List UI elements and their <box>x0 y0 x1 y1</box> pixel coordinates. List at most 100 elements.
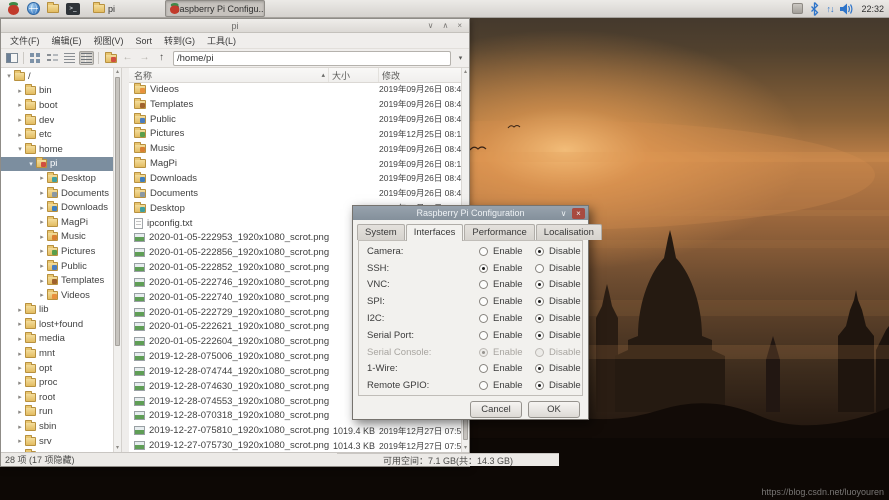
file-row[interactable]: 2019-12-27-075730_1920x1080_scrot.png101… <box>129 438 461 452</box>
tree-item-/[interactable]: ▾/ <box>1 69 113 84</box>
enable-radio[interactable] <box>479 247 488 256</box>
enable-radio[interactable] <box>479 314 488 323</box>
expand-icon[interactable]: ▸ <box>15 393 25 401</box>
tab-localisation[interactable]: Localisation <box>536 224 602 240</box>
expand-icon[interactable]: ▸ <box>15 423 25 431</box>
close-button[interactable]: × <box>457 19 462 32</box>
shade-button[interactable]: ∨ <box>428 19 434 32</box>
disable-radio[interactable] <box>535 381 544 390</box>
disable-radio[interactable] <box>535 247 544 256</box>
terminal-launcher[interactable]: >_ <box>63 0 83 17</box>
tree-item-opt[interactable]: ▸opt <box>1 361 113 376</box>
menu-item-5[interactable]: 工具(L) <box>202 34 241 47</box>
collapse-icon[interactable]: ▾ <box>15 145 25 153</box>
scroll-up-icon[interactable]: ▴ <box>114 68 121 76</box>
tray-app-icon[interactable] <box>792 3 803 14</box>
menu-item-0[interactable]: 文件(F) <box>5 34 45 47</box>
tree-item-proc[interactable]: ▸proc <box>1 375 113 390</box>
volume-icon[interactable] <box>840 3 854 15</box>
enable-radio[interactable] <box>479 280 488 289</box>
network-traffic-icon[interactable]: ↑↓ <box>826 4 833 14</box>
expand-icon[interactable]: ▸ <box>37 233 47 241</box>
home-button[interactable] <box>103 51 118 65</box>
pane-splitter[interactable] <box>122 68 129 452</box>
tree-item-root[interactable]: ▸root <box>1 390 113 405</box>
disable-radio[interactable] <box>535 297 544 306</box>
scroll-down-icon[interactable]: ▾ <box>114 444 121 452</box>
disable-radio[interactable] <box>535 364 544 373</box>
scroll-up-icon[interactable]: ▴ <box>462 68 469 76</box>
dialog-close-button[interactable]: × <box>572 208 585 219</box>
tree-item-lost+found[interactable]: ▸lost+found <box>1 317 113 332</box>
file-row[interactable]: Pictures2019年12月25日 08:12 <box>129 127 461 142</box>
disable-radio[interactable] <box>535 280 544 289</box>
tree-item-lib[interactable]: ▸lib <box>1 303 113 318</box>
tree-item-Templates[interactable]: ▸Templates <box>1 273 113 288</box>
tree-item-boot[interactable]: ▸boot <box>1 98 113 113</box>
expand-icon[interactable]: ▸ <box>15 101 25 109</box>
menu-item-2[interactable]: 视图(V) <box>89 34 129 47</box>
enable-radio[interactable] <box>479 364 488 373</box>
file-row[interactable]: Templates2019年09月26日 08:46 <box>129 97 461 112</box>
forward-button[interactable]: → <box>137 51 152 65</box>
path-dropdown-button[interactable]: ▾ <box>455 54 466 62</box>
enable-radio[interactable] <box>479 297 488 306</box>
tree-item-Public[interactable]: ▸Public <box>1 259 113 274</box>
tree-item-mnt[interactable]: ▸mnt <box>1 346 113 361</box>
cancel-button[interactable]: Cancel <box>470 401 522 418</box>
tree-item-Pictures[interactable]: ▸Pictures <box>1 244 113 259</box>
tree-item-clipped[interactable]: ▸ <box>1 448 113 452</box>
expand-icon[interactable]: ▸ <box>37 247 47 255</box>
up-button[interactable]: ↑ <box>154 51 169 65</box>
tree-item-etc[interactable]: ▸etc <box>1 127 113 142</box>
maximize-button[interactable]: ∧ <box>442 19 448 32</box>
collapse-icon[interactable]: ▾ <box>26 160 36 168</box>
clock[interactable]: 22:32 <box>861 4 884 14</box>
expand-icon[interactable]: ▸ <box>15 131 25 139</box>
expand-icon[interactable]: ▸ <box>15 379 25 387</box>
tree-item-dev[interactable]: ▸dev <box>1 113 113 128</box>
disable-radio[interactable] <box>535 264 544 273</box>
enable-radio[interactable] <box>479 264 488 273</box>
tree-item-media[interactable]: ▸media <box>1 332 113 347</box>
detail-view-button[interactable] <box>79 51 94 65</box>
dialog-titlebar[interactable]: Raspberry Pi Configuration ∨ × <box>353 206 588 220</box>
expand-icon[interactable]: ▸ <box>37 174 47 182</box>
file-row[interactable]: Downloads2019年09月26日 08:46 <box>129 171 461 186</box>
expand-icon[interactable]: ▸ <box>15 408 25 416</box>
expand-icon[interactable]: ▸ <box>15 87 25 95</box>
enable-radio[interactable] <box>479 331 488 340</box>
bluetooth-icon[interactable] <box>810 2 819 16</box>
menu-item-3[interactable]: Sort <box>131 36 158 46</box>
tree-item-run[interactable]: ▸run <box>1 405 113 420</box>
menu-item-4[interactable]: 转到(G) <box>159 34 200 47</box>
back-button[interactable]: ← <box>120 51 135 65</box>
tab-interfaces[interactable]: Interfaces <box>406 224 464 241</box>
expand-icon[interactable]: ▸ <box>15 364 25 372</box>
column-header-modified[interactable]: 修改 <box>379 68 461 82</box>
tree-item-home[interactable]: ▾home <box>1 142 113 157</box>
ok-button[interactable]: OK <box>528 401 580 418</box>
dialog-shade-button[interactable]: ∨ <box>557 208 570 219</box>
expand-icon[interactable]: ▸ <box>37 218 47 226</box>
expand-icon[interactable]: ▸ <box>37 277 47 285</box>
taskbar-window-pi[interactable]: pi <box>89 1 119 16</box>
tree-scroll-thumb[interactable] <box>115 77 120 346</box>
file-row[interactable]: MagPi2019年09月26日 08:18 <box>129 156 461 171</box>
tree-item-srv[interactable]: ▸srv <box>1 434 113 449</box>
file-row[interactable]: Music2019年09月26日 08:46 <box>129 141 461 156</box>
compact-view-button[interactable] <box>45 51 60 65</box>
file-row[interactable]: 2019-12-27-075810_1920x1080_scrot.png101… <box>129 423 461 438</box>
expand-icon[interactable]: ▸ <box>15 437 25 445</box>
enable-radio[interactable] <box>479 381 488 390</box>
expand-icon[interactable]: ▸ <box>37 262 47 270</box>
file-row[interactable]: Documents2019年09月26日 08:46 <box>129 186 461 201</box>
tree-item-Documents[interactable]: ▸Documents <box>1 186 113 201</box>
expand-icon[interactable]: ▸ <box>37 204 47 212</box>
file-row[interactable]: Public2019年09月26日 08:46 <box>129 112 461 127</box>
expand-icon[interactable]: ▸ <box>37 291 47 299</box>
tree-item-Videos[interactable]: ▸Videos <box>1 288 113 303</box>
icon-view-button[interactable] <box>28 51 43 65</box>
thumbnail-view-button[interactable] <box>62 51 77 65</box>
expand-icon[interactable]: ▸ <box>37 189 47 197</box>
